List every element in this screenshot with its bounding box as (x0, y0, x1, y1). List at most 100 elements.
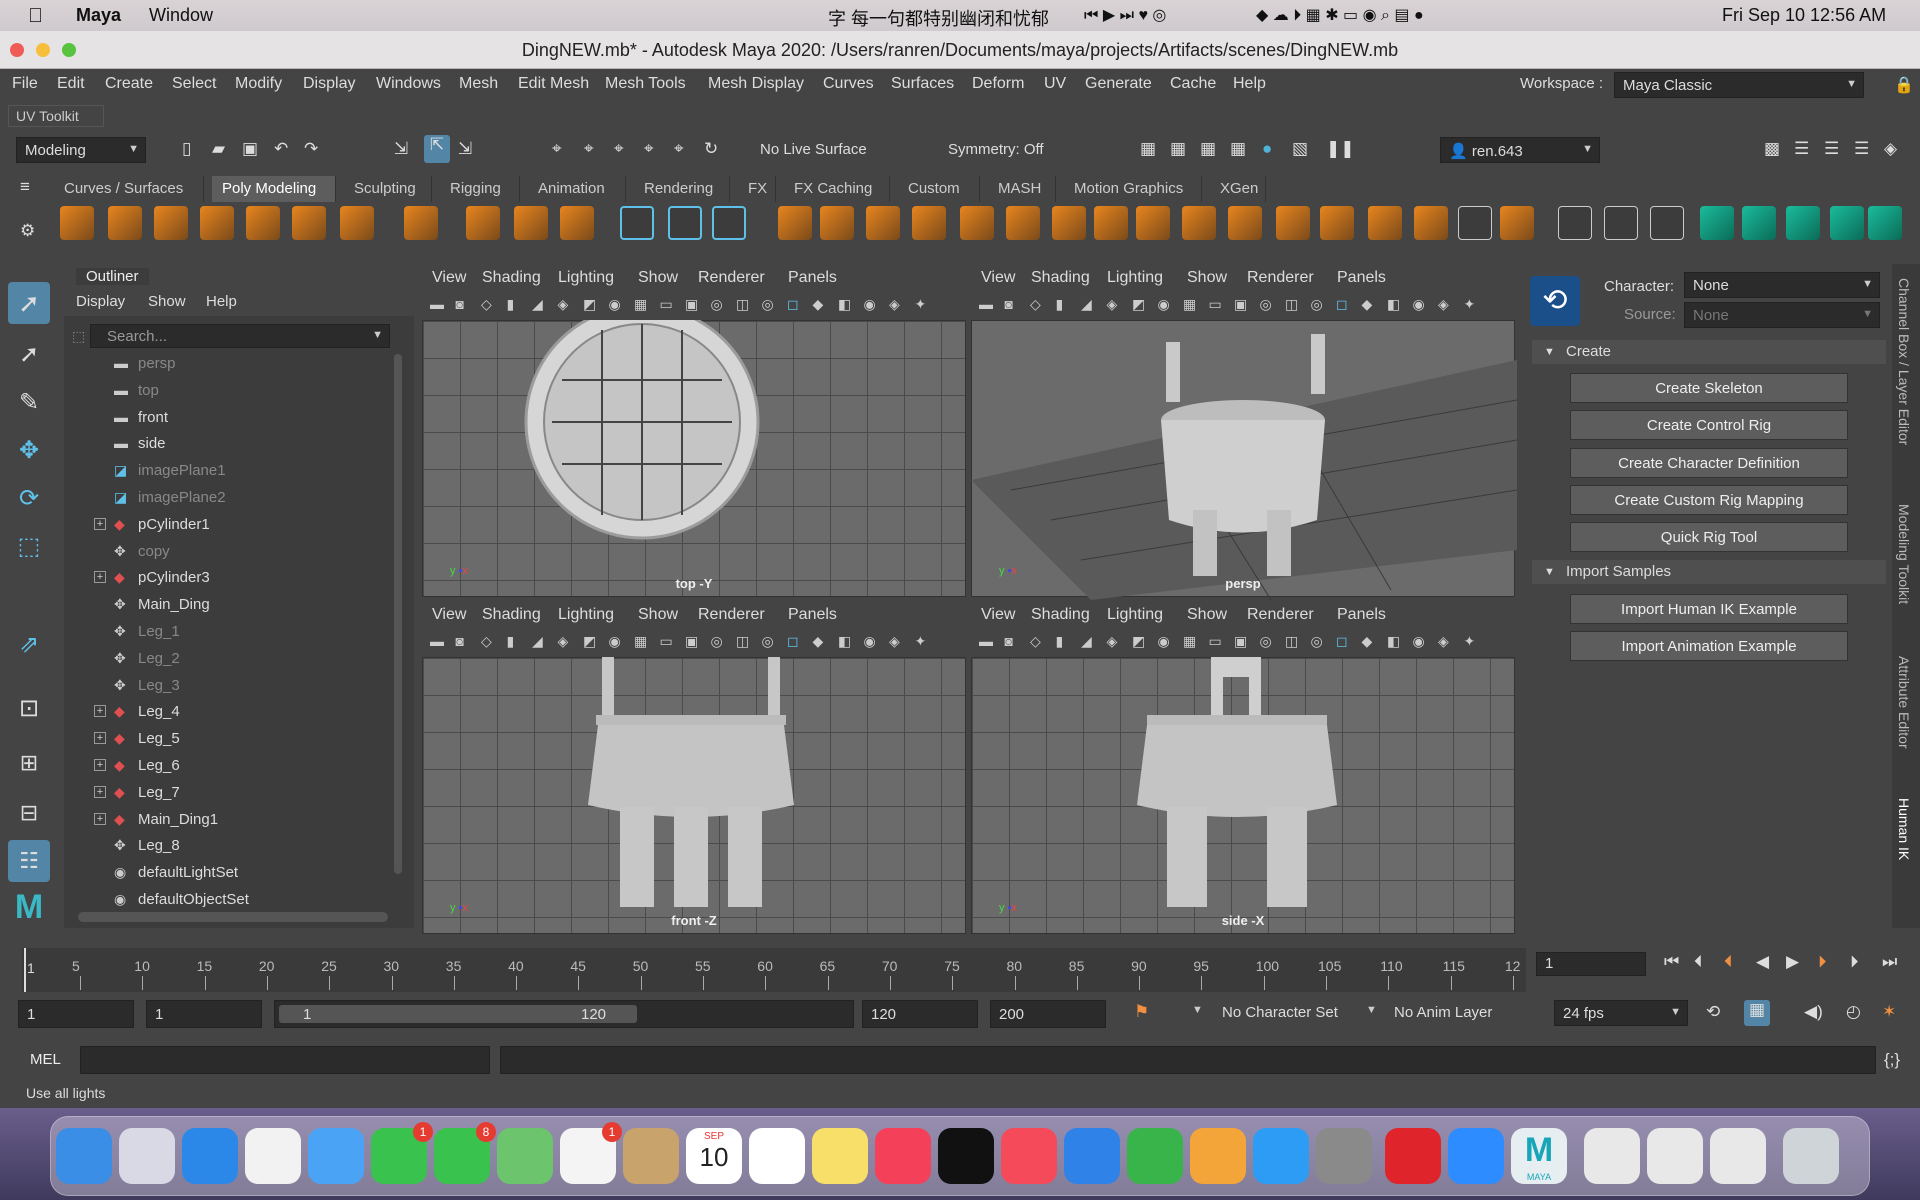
viewport-toolbar-icon[interactable]: ◻ (787, 633, 799, 650)
workspace-dropdown[interactable]: Maya Classic ▼ (1614, 72, 1864, 98)
viewport-toolbar-icon[interactable]: ◻ (787, 296, 799, 313)
viewport-toolbar-icon[interactable]: ◇ (1030, 296, 1041, 313)
viewport-toolbar-icon[interactable]: ✦ (915, 296, 927, 313)
viewport-toolbar-icon[interactable]: ◫ (1285, 296, 1298, 313)
uv-editor-icon[interactable] (1742, 206, 1776, 240)
viewport-toolbar-icon[interactable]: ◎ (711, 633, 723, 650)
menu-deform[interactable]: Deform (972, 75, 1024, 93)
expand-icon[interactable]: + (94, 785, 106, 798)
shelf-tab-rigging[interactable]: Rigging (440, 176, 520, 202)
import-animation-example-button[interactable]: Import Animation Example (1570, 631, 1848, 661)
spherical-uv-icon[interactable] (1650, 206, 1684, 240)
select-components-icon[interactable]: ⇲ (458, 139, 472, 159)
reminders-icon[interactable] (749, 1128, 805, 1184)
range-slider[interactable]: 1 120 (274, 1000, 854, 1028)
shelf-tab-fx[interactable]: FX (738, 176, 776, 202)
viewport-toolbar-icon[interactable]: ▦ (634, 633, 647, 650)
poke-icon[interactable] (1500, 206, 1534, 240)
live-surface-label[interactable]: No Live Surface (760, 141, 867, 158)
viewport-toolbar-icon[interactable]: ◫ (1285, 633, 1298, 650)
multi-cut-icon[interactable] (1182, 206, 1216, 240)
select-objects-icon[interactable]: ⇱ (424, 135, 450, 163)
viewport-toolbar-icon[interactable]: ◻ (1336, 633, 1348, 650)
safari-icon[interactable] (182, 1128, 238, 1184)
auto-key-icon[interactable]: ⚑ (1134, 1002, 1149, 1022)
show-manipulator-icon[interactable]: ⇗ (8, 624, 50, 666)
viewport-toolbar-icon[interactable]: ✦ (915, 633, 927, 650)
create-custom-rig-mapping-button[interactable]: Create Custom Rig Mapping (1570, 485, 1848, 515)
viewport-toolbar-icon[interactable]: ◎ (711, 296, 723, 313)
outliner-item[interactable]: ▬ front (64, 404, 394, 430)
chrome-icon[interactable] (245, 1128, 301, 1184)
viewport-toolbar-icon[interactable]: ◈ (558, 296, 569, 313)
viewport-front[interactable] (422, 657, 966, 934)
viewport-toolbar-icon[interactable]: ▭ (660, 296, 673, 313)
apple-menu-icon[interactable]:  (28, 5, 43, 28)
shelf-tab-curves-surfaces[interactable]: Curves / Surfaces (54, 176, 204, 202)
viewport-toolbar-icon[interactable]: ▣ (1234, 296, 1247, 313)
outliner-display-menu[interactable]: Display (76, 293, 125, 310)
maps-icon[interactable] (497, 1128, 553, 1184)
viewport-toolbar-icon[interactable]: ◈ (1107, 633, 1118, 650)
step-back-key-icon[interactable]: ⏴ (1724, 952, 1733, 972)
clock[interactable]: Fri Sep 10 12:56 AM (1722, 5, 1886, 26)
viewport-menu-shading[interactable]: Shading (482, 269, 541, 287)
menu-mesh-display[interactable]: Mesh Display (708, 75, 804, 93)
messages-icon[interactable]: 8 (434, 1122, 496, 1184)
expand-icon[interactable]: + (94, 812, 106, 825)
news-icon[interactable] (1001, 1128, 1057, 1184)
viewport-toolbar-icon[interactable]: ◉ (1413, 633, 1425, 650)
menu-uv[interactable]: UV (1044, 75, 1066, 93)
viewport-menu-show[interactable]: Show (638, 606, 678, 624)
type-tool-icon[interactable] (712, 206, 746, 240)
outliner-item[interactable]: ✥ Leg_2 (64, 645, 394, 671)
separate-icon[interactable] (820, 206, 854, 240)
expand-icon[interactable]: + (94, 571, 106, 584)
combine-icon[interactable] (778, 206, 812, 240)
create-character-definition-button[interactable]: Create Character Definition (1570, 448, 1848, 478)
viewport-toolbar-icon[interactable]: ◙ (1005, 633, 1013, 649)
playback-end-field[interactable]: 120 (862, 1000, 978, 1028)
character-set-dropdown[interactable]: No Character Set (1222, 1004, 1338, 1021)
viewport-menu-view[interactable]: View (432, 269, 466, 287)
viewport-toolbar-icon[interactable]: ▭ (660, 633, 673, 650)
outliner-item[interactable]: + ◆ Main_Ding1 (64, 806, 394, 832)
outliner-vertical-scrollbar[interactable] (394, 354, 402, 874)
viewport-menu-renderer[interactable]: Renderer (1247, 606, 1314, 624)
sphere-icon[interactable] (60, 206, 94, 240)
viewport-toolbar-icon[interactable]: ◉ (864, 633, 876, 650)
viewport-menu-lighting[interactable]: Lighting (1107, 606, 1163, 624)
viewport-toolbar-icon[interactable]: ◆ (1362, 296, 1373, 313)
shelf-tab-animation[interactable]: Animation (528, 176, 626, 202)
viewport-toolbar-icon[interactable]: ◉ (864, 296, 876, 313)
cone-icon[interactable] (200, 206, 234, 240)
anim-prefs-icon[interactable]: ◴ (1846, 1002, 1861, 1022)
animation-end-field[interactable]: 200 (990, 1000, 1106, 1028)
append-icon[interactable] (1094, 206, 1128, 240)
notes-icon[interactable] (812, 1128, 868, 1184)
sweep-mesh-icon[interactable] (620, 206, 654, 240)
pages-icon[interactable] (1190, 1128, 1246, 1184)
viewport-toolbar-icon[interactable]: ▬ (430, 296, 444, 312)
viewport-menu-panels[interactable]: Panels (1337, 269, 1386, 287)
snap-view-icon[interactable]: ⌖ (644, 139, 654, 159)
user-account-dropdown[interactable]: 👤 ren.643 ▼ (1440, 137, 1600, 163)
outliner-item[interactable]: ▬ persp (64, 350, 394, 376)
viewport-menu-renderer[interactable]: Renderer (698, 606, 765, 624)
facetime-icon[interactable]: 1 (371, 1122, 433, 1184)
rotate-tool-icon[interactable]: ⟳ (8, 478, 50, 520)
snap-pivot-icon[interactable]: ↻ (704, 139, 718, 159)
modeling-toolkit-tab[interactable]: Modeling Toolkit (1896, 504, 1912, 604)
viewport-menu-shading[interactable]: Shading (482, 606, 541, 624)
viewport-toolbar-icon[interactable]: ◈ (889, 633, 900, 650)
menu-select[interactable]: Select (172, 75, 216, 93)
svg-icon[interactable] (560, 206, 594, 240)
outliner-tab[interactable]: Outliner (76, 268, 149, 285)
paint-select-icon[interactable]: ✎ (8, 382, 50, 424)
viewport-toolbar-icon[interactable]: ◩ (1132, 296, 1145, 313)
numbers-icon[interactable] (1127, 1128, 1183, 1184)
menu-surfaces[interactable]: Surfaces (891, 75, 954, 93)
select-hierarchy-icon[interactable]: ⇲ (394, 139, 408, 159)
outliner-item[interactable]: + ◆ pCylinder3 (64, 564, 394, 590)
outliner-item[interactable]: ◉ defaultObjectSet (64, 886, 394, 912)
